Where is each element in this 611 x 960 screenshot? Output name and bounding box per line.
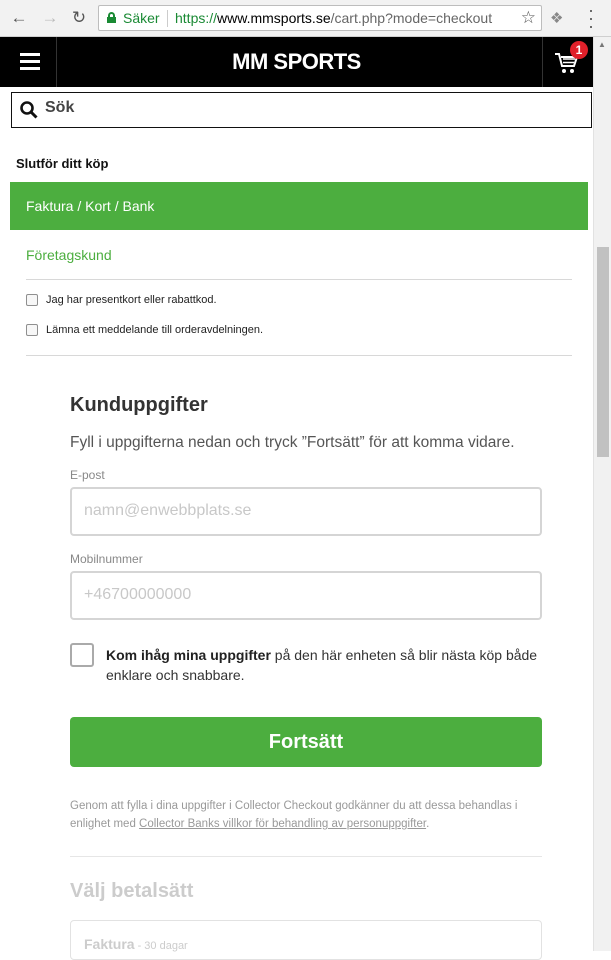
divider — [26, 355, 572, 356]
secure-label: Säker — [123, 10, 160, 26]
remember-me-bold: Kom ihåg mina uppgifter — [106, 647, 271, 663]
url-scheme: https:// — [175, 10, 218, 26]
giftcard-checkbox[interactable] — [26, 294, 38, 306]
payment-method-label: Faktura — [84, 936, 135, 952]
divider — [70, 856, 542, 857]
search-bar — [11, 92, 592, 128]
search-icon[interactable] — [20, 101, 38, 119]
address-divider — [167, 10, 168, 27]
scrollbar-thumb[interactable] — [597, 247, 609, 457]
lock-icon — [107, 12, 116, 23]
customer-details-intro: Fyll i uppgifterna nedan och tryck ”Fort… — [70, 434, 515, 451]
browser-toolbar: ← → ↻ Säker https://www.mmsports.se/cart… — [0, 0, 611, 37]
phone-input[interactable] — [84, 586, 524, 604]
email-input[interactable] — [84, 502, 524, 520]
page-scrollbar[interactable]: ▲ — [593, 37, 611, 951]
message-checkbox[interactable] — [26, 324, 38, 336]
message-option[interactable]: Lämna ett meddelande till orderavdelning… — [26, 324, 263, 336]
search-input[interactable] — [45, 99, 545, 117]
privacy-terms-link[interactable]: Collector Banks villkor för behandling a… — [139, 818, 426, 830]
forward-icon[interactable]: → — [39, 8, 61, 28]
back-icon[interactable]: ← — [8, 8, 30, 28]
address-bar[interactable]: Säker https://www.mmsports.se/cart.php?m… — [98, 5, 542, 31]
site-logo[interactable]: MM SPORTS — [0, 49, 593, 75]
tab-company-customer[interactable]: Företagskund — [26, 247, 112, 263]
phone-field — [70, 571, 542, 620]
cart-count-badge: 1 — [570, 41, 588, 59]
tab-invoice-card-bank[interactable]: Faktura / Kort / Bank — [10, 182, 588, 230]
legal-notice: Genom att fylla i dina uppgifter i Colle… — [70, 797, 545, 833]
url-host: www.mmsports.se — [217, 10, 331, 26]
remember-me-text: Kom ihåg mina uppgifter på den här enhet… — [106, 645, 546, 685]
remember-me-checkbox[interactable] — [70, 643, 94, 667]
header-divider-right — [542, 37, 543, 87]
scroll-up-arrow-icon[interactable]: ▲ — [598, 40, 606, 49]
url-text[interactable]: https://www.mmsports.se/cart.php?mode=ch… — [175, 10, 492, 26]
customer-details-heading: Kunduppgifter — [70, 394, 208, 416]
url-path: /cart.php?mode=checkout — [330, 10, 493, 26]
payment-method-term: - 30 dagar — [137, 940, 188, 952]
checkout-title: Slutför ditt köp — [16, 156, 109, 171]
phone-label: Mobilnummer — [70, 552, 143, 566]
bookmark-star-icon[interactable]: ☆ — [521, 8, 536, 28]
email-label: E-post — [70, 468, 105, 482]
giftcard-label: Jag har presentkort eller rabattkod. — [46, 294, 217, 306]
message-label: Lämna ett meddelande till orderavdelning… — [46, 324, 264, 336]
legal-end: . — [426, 818, 430, 830]
divider — [26, 279, 572, 280]
payment-method-heading: Välj betalsätt — [70, 880, 194, 902]
payment-method-name: Faktura - 30 dagar — [84, 936, 188, 952]
dropbox-extension-icon[interactable]: ❖ — [550, 9, 563, 27]
site-header: MM SPORTS 1 — [0, 37, 593, 87]
giftcard-option[interactable]: Jag har presentkort eller rabattkod. — [26, 294, 217, 306]
browser-menu-icon[interactable]: · · · — [586, 1, 596, 35]
email-field — [70, 487, 542, 536]
reload-icon[interactable]: ↻ — [68, 8, 90, 28]
continue-button[interactable]: Fortsätt — [70, 717, 542, 767]
payment-method-invoice[interactable]: Faktura - 30 dagar — [70, 920, 542, 960]
